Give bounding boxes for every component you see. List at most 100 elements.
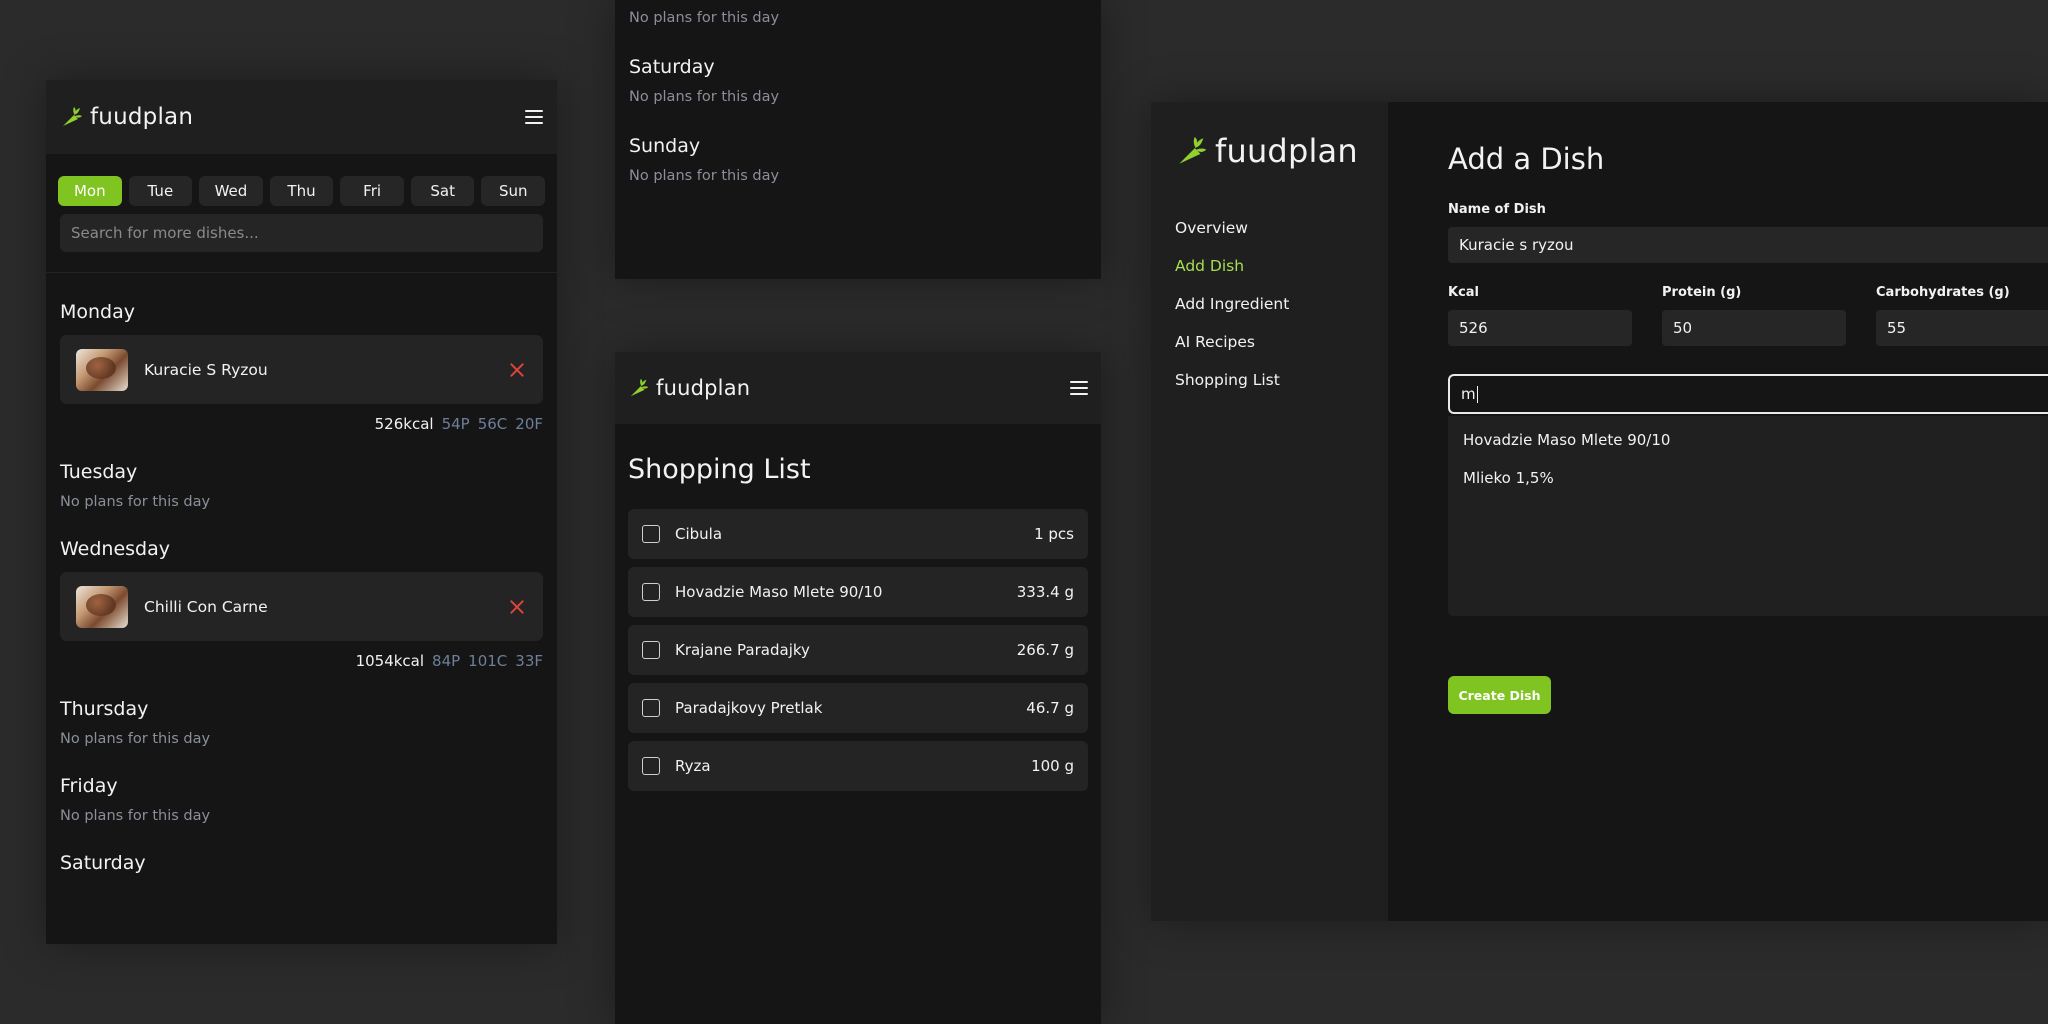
app-name: fuudplan: [1215, 132, 1358, 170]
day-friday: Friday No plans for this day: [46, 775, 557, 824]
mobile-header: fuudplan: [46, 80, 557, 154]
day-title: Tuesday: [60, 461, 138, 483]
protein-input[interactable]: 50: [1662, 310, 1846, 346]
tab-sat[interactable]: Sat: [410, 176, 475, 206]
carbs-group: Carbohydrates (g) 55: [1876, 285, 2048, 346]
kcal-group: Kcal 526: [1448, 285, 1632, 346]
app-logo[interactable]: fuudplan: [628, 376, 750, 400]
empty-day-text: No plans for this day: [60, 494, 211, 510]
weekly-plan-panel: fuudplan Mon Tue Wed Thu Fri Sat Sun Sea…: [46, 80, 557, 944]
protein-label: Protein (g): [1662, 285, 1742, 300]
fat-value: 33F: [515, 652, 543, 670]
sidebar-nav: Overview Add Dish Add Ingredient AI Reci…: [1175, 218, 1388, 408]
item-checkbox[interactable]: [642, 583, 660, 601]
protein-group: Protein (g) 50: [1662, 285, 1846, 346]
carbs-input[interactable]: 55: [1876, 310, 2048, 346]
dish-name: Kuracie S Ryzou: [144, 360, 268, 379]
suggestion-item[interactable]: Hovadzie Maso Mlete 90/10: [1463, 430, 2043, 468]
dish-macros: 1054kcal 84P 101C 33F: [60, 652, 543, 670]
tab-thu[interactable]: Thu: [269, 176, 334, 206]
suggestion-item[interactable]: Mlieko 1,5%: [1463, 468, 2043, 506]
menu-icon[interactable]: [525, 110, 543, 124]
list-item[interactable]: Hovadzie Maso Mlete 90/10 333.4 g: [628, 567, 1088, 617]
list-item[interactable]: Paradajkovy Pretlak 46.7 g: [628, 683, 1088, 733]
tab-fri[interactable]: Fri: [340, 176, 404, 206]
weekly-plan-continued-panel: No plans for this day Saturday No plans …: [615, 0, 1101, 279]
day-tuesday: Tuesday No plans for this day: [46, 461, 557, 510]
shopping-list-panel: fuudplan Shopping List Cibula 1 pcs Hova…: [615, 352, 1101, 1024]
app-logo[interactable]: fuudplan: [60, 104, 193, 130]
day-thursday: Thursday No plans for this day: [46, 698, 557, 747]
item-checkbox[interactable]: [642, 525, 660, 543]
item-name: Paradajkovy Pretlak: [675, 699, 823, 717]
day-title: Thursday: [60, 698, 149, 720]
nav-add-dish[interactable]: Add Dish: [1175, 256, 1388, 294]
day-title: Monday: [60, 301, 136, 323]
day-title: Saturday: [629, 56, 715, 78]
item-name: Ryza: [675, 757, 711, 775]
item-name: Krajane Paradajky: [675, 641, 810, 659]
planned-dish[interactable]: Chilli Con Carne: [60, 572, 543, 641]
divider: [46, 272, 557, 273]
fat-value: 20F: [515, 415, 543, 433]
item-name: Cibula: [675, 525, 723, 543]
carbs-value: 101C: [468, 652, 508, 670]
item-checkbox[interactable]: [642, 641, 660, 659]
list-item[interactable]: Ryza 100 g: [628, 741, 1088, 791]
list-item[interactable]: Krajane Paradajky 266.7 g: [628, 625, 1088, 675]
item-quantity: 100 g: [1031, 757, 1074, 775]
day-wednesday: Wednesday Chilli Con Carne 1054kcal 84P 10…: [46, 538, 557, 670]
day-saturday: Saturday: [46, 852, 557, 874]
protein-value: 84P: [432, 652, 461, 670]
tab-sun[interactable]: Sun: [481, 176, 546, 206]
nav-overview[interactable]: Overview: [1175, 218, 1388, 256]
empty-day-text: No plans for this day: [60, 808, 211, 824]
day-title: Friday: [60, 775, 118, 797]
day-title: Sunday: [629, 135, 701, 157]
kcal-input[interactable]: 526: [1448, 310, 1632, 346]
tab-mon[interactable]: Mon: [58, 176, 122, 206]
day-title: Wednesday: [60, 538, 171, 560]
planned-dish[interactable]: Kuracie S Ryzou: [60, 335, 543, 404]
kcal-label: Kcal: [1448, 285, 1480, 300]
text-caret: [1476, 385, 1478, 403]
page-title: Add a Dish: [1448, 142, 1605, 176]
nutrition-fields: Kcal 526 Protein (g) 50 Carbohydrates (g…: [1448, 285, 2048, 346]
day-title: Saturday: [60, 852, 146, 874]
kcal-value: 1054kcal: [355, 652, 425, 670]
carrot-logo-icon: [630, 378, 649, 397]
ingredient-suggestions: Hovadzie Maso Mlete 90/10 Mlieko 1,5%: [1448, 416, 2048, 616]
item-checkbox[interactable]: [642, 699, 660, 717]
item-quantity: 46.7 g: [1026, 699, 1074, 717]
tab-tue[interactable]: Tue: [128, 176, 193, 206]
item-quantity: 266.7 g: [1016, 641, 1074, 659]
day-monday: Monday Kuracie S Ryzou 526kcal 54P 56C 20F: [46, 301, 557, 433]
dish-macros: 526kcal 54P 56C 20F: [60, 415, 543, 433]
dish-name: Chilli Con Carne: [144, 597, 268, 616]
dish-search-input[interactable]: Search for more dishes...: [60, 214, 543, 252]
day-sunday: Sunday No plans for this day: [615, 135, 1101, 184]
tab-wed[interactable]: Wed: [199, 176, 263, 206]
nav-add-ingredient[interactable]: Add Ingredient: [1175, 294, 1388, 332]
create-dish-button[interactable]: Create Dish: [1448, 676, 1551, 714]
nav-shopping-list[interactable]: Shopping List: [1175, 370, 1388, 408]
item-name: Hovadzie Maso Mlete 90/10: [675, 583, 883, 601]
app-name: fuudplan: [90, 104, 194, 130]
item-quantity: 1 pcs: [1034, 525, 1074, 543]
item-checkbox[interactable]: [642, 757, 660, 775]
day-saturday: Saturday No plans for this day: [615, 56, 1101, 105]
page-title: Shopping List: [628, 454, 811, 485]
carrot-logo-icon: [1179, 136, 1207, 164]
remove-dish-icon[interactable]: [507, 360, 527, 380]
empty-day-text: No plans for this day: [629, 168, 780, 184]
mobile-header: fuudplan: [615, 352, 1101, 424]
dish-name-input[interactable]: Kuracie s ryzou: [1448, 227, 2048, 263]
item-quantity: 333.4 g: [1016, 583, 1074, 601]
list-item[interactable]: Cibula 1 pcs: [628, 509, 1088, 559]
ingredient-search-input[interactable]: m: [1448, 374, 2048, 414]
nav-ai-recipes[interactable]: AI Recipes: [1175, 332, 1388, 370]
menu-icon[interactable]: [1070, 381, 1088, 395]
dish-name-label: Name of Dish: [1448, 202, 1546, 217]
remove-dish-icon[interactable]: [507, 597, 527, 617]
app-logo[interactable]: fuudplan: [1175, 132, 1388, 170]
